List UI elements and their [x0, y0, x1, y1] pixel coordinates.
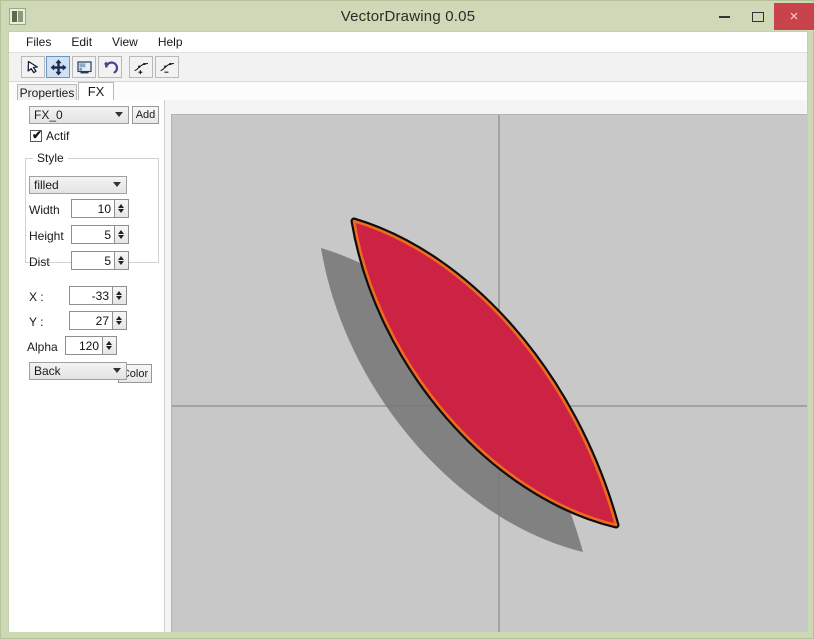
- close-icon: ×: [789, 8, 799, 25]
- menu-item-files[interactable]: Files: [17, 33, 60, 51]
- maximize-button[interactable]: [741, 3, 774, 30]
- spin-down-icon[interactable]: [116, 296, 122, 300]
- x-input[interactable]: -33: [69, 286, 113, 305]
- x-spin-buttons[interactable]: [113, 286, 127, 305]
- checkmark-icon: ✔: [32, 128, 43, 142]
- alpha-spin-buttons[interactable]: [103, 336, 117, 355]
- alpha-stepper[interactable]: 120: [65, 336, 117, 355]
- height-stepper[interactable]: 5: [71, 225, 129, 244]
- width-input[interactable]: 10: [71, 199, 115, 218]
- minimize-button[interactable]: [708, 3, 741, 30]
- menu-item-view[interactable]: View: [103, 33, 147, 51]
- style-group-title: Style: [33, 151, 68, 165]
- width-spin-buttons[interactable]: [115, 199, 129, 218]
- menu-item-edit[interactable]: Edit: [62, 33, 101, 51]
- spin-up-icon[interactable]: [116, 316, 122, 320]
- undo-icon: [103, 60, 118, 73]
- x-label: X :: [29, 290, 44, 304]
- canvas-svg: [172, 115, 807, 632]
- title-bar: VectorDrawing 0.05 ×: [2, 2, 814, 31]
- fx-select[interactable]: FX_0: [29, 106, 129, 124]
- drawing-canvas[interactable]: [171, 114, 807, 632]
- undo-tool-button[interactable]: [98, 56, 122, 78]
- tool-bar: [9, 53, 807, 82]
- fx-panel: FX_0 Add ✔ Actif Style filled Width 10 H…: [9, 100, 165, 632]
- spin-up-icon[interactable]: [118, 230, 124, 234]
- chevron-down-icon: [115, 112, 123, 117]
- move-tool-button[interactable]: [46, 56, 70, 78]
- y-stepper[interactable]: 27: [69, 311, 127, 330]
- spin-down-icon[interactable]: [116, 321, 122, 325]
- alpha-input[interactable]: 120: [65, 336, 103, 355]
- client-area: Files Edit View Help Properties FX FX_0 …: [8, 31, 808, 632]
- layer-select-value: Back: [34, 364, 61, 378]
- spin-down-icon[interactable]: [118, 235, 124, 239]
- dist-spin-buttons[interactable]: [115, 251, 129, 270]
- width-stepper[interactable]: 10: [71, 199, 129, 218]
- chevron-down-icon: [113, 368, 121, 373]
- tab-strip: Properties FX: [9, 82, 807, 101]
- y-label: Y :: [29, 315, 44, 329]
- spin-up-icon[interactable]: [116, 291, 122, 295]
- x-stepper[interactable]: -33: [69, 286, 127, 305]
- fx-select-value: FX_0: [34, 108, 63, 122]
- application-window: VectorDrawing 0.05 × Files Edit View Hel…: [0, 0, 814, 639]
- add-point-icon: [133, 62, 148, 74]
- layer-select[interactable]: Back: [29, 362, 127, 380]
- screen-capture-icon: [76, 60, 92, 73]
- spin-up-icon[interactable]: [118, 204, 124, 208]
- add-button[interactable]: Add: [132, 106, 159, 124]
- dist-stepper[interactable]: 5: [71, 251, 129, 270]
- minimize-icon: [719, 15, 730, 18]
- dist-input[interactable]: 5: [71, 251, 115, 270]
- tab-fx[interactable]: FX: [78, 82, 114, 101]
- spin-down-icon[interactable]: [118, 209, 124, 213]
- y-input[interactable]: 27: [69, 311, 113, 330]
- chevron-down-icon: [113, 182, 121, 187]
- select-arrow-icon: [27, 60, 38, 73]
- actif-checkbox[interactable]: ✔: [30, 128, 43, 142]
- spin-down-icon[interactable]: [106, 346, 112, 350]
- actif-label: Actif: [46, 129, 70, 143]
- height-label: Height: [29, 229, 64, 243]
- add-point-tool-button[interactable]: [129, 56, 153, 78]
- screen-capture-tool-button[interactable]: [72, 56, 96, 78]
- spin-up-icon[interactable]: [106, 341, 112, 345]
- select-arrow-tool-button[interactable]: [21, 56, 45, 78]
- height-spin-buttons[interactable]: [115, 225, 129, 244]
- spin-up-icon[interactable]: [118, 256, 124, 260]
- remove-point-icon: [159, 62, 174, 73]
- window-title: VectorDrawing 0.05: [340, 8, 476, 25]
- y-spin-buttons[interactable]: [113, 311, 127, 330]
- style-select-value: filled: [34, 178, 59, 192]
- tab-properties[interactable]: Properties: [17, 84, 77, 100]
- alpha-label: Alpha: [27, 340, 58, 354]
- style-select[interactable]: filled: [29, 176, 127, 194]
- height-input[interactable]: 5: [71, 225, 115, 244]
- menu-bar: Files Edit View Help: [9, 32, 807, 53]
- dist-label: Dist: [29, 255, 50, 269]
- move-icon: [50, 59, 66, 75]
- spin-down-icon[interactable]: [118, 261, 124, 265]
- close-button[interactable]: ×: [774, 3, 814, 30]
- menu-item-help[interactable]: Help: [149, 33, 192, 51]
- canvas-container: [165, 100, 807, 632]
- maximize-icon: [751, 11, 764, 22]
- remove-point-tool-button[interactable]: [155, 56, 179, 78]
- width-label: Width: [29, 203, 60, 217]
